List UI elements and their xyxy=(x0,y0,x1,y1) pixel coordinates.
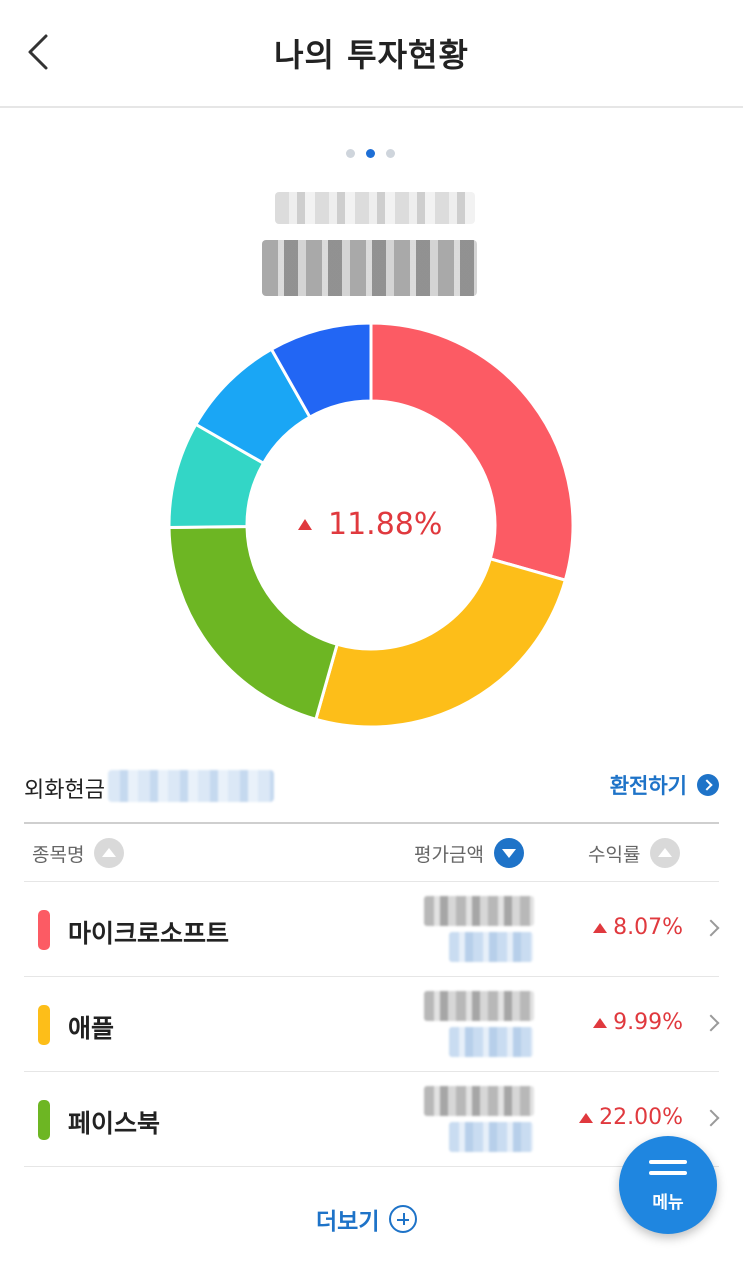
return-rate: 22.00% xyxy=(579,1105,683,1130)
masked-amount xyxy=(409,987,537,1062)
stock-name: 마이크로소프트 xyxy=(68,919,230,948)
column-name-label: 종목명 xyxy=(32,843,85,866)
rate-value: 9.99% xyxy=(613,1010,683,1035)
color-swatch xyxy=(38,910,50,950)
plus-circle-icon xyxy=(389,1205,418,1233)
column-name[interactable]: 종목명 xyxy=(32,838,125,868)
masked-amount xyxy=(409,1082,537,1157)
up-triangle-icon xyxy=(579,1112,594,1123)
holdings-table: 종목명 평가금액 수익률 마이크로소프트 8.07% 애플 9.99% 페이스북… xyxy=(24,822,720,1167)
up-triangle-icon xyxy=(593,922,608,933)
up-triangle-icon xyxy=(593,1017,608,1028)
color-swatch xyxy=(38,1005,50,1045)
app-header: 나의 투자현황 xyxy=(0,0,743,108)
stock-name: 애플 xyxy=(68,1014,115,1043)
chevron-right-icon xyxy=(702,1109,720,1127)
menu-fab-button[interactable]: 메뉴 xyxy=(619,1136,717,1234)
foreign-cash-row: 외화현금 환전하기 xyxy=(24,768,719,808)
page-title: 나의 투자현황 xyxy=(274,36,469,74)
menu-icon xyxy=(649,1160,687,1182)
sort-up-icon[interactable] xyxy=(94,838,125,868)
menu-label: 메뉴 xyxy=(652,1193,684,1213)
column-value[interactable]: 평가금액 xyxy=(414,838,524,868)
table-row[interactable]: 페이스북 22.00% xyxy=(24,1072,720,1167)
table-header: 종목명 평가금액 수익률 xyxy=(24,822,719,882)
page-dot[interactable] xyxy=(386,149,395,158)
cash-label: 외화현금 xyxy=(24,778,105,803)
total-return-rate: 11.88% xyxy=(298,507,442,542)
return-rate: 9.99% xyxy=(593,1010,683,1035)
page-indicator[interactable] xyxy=(346,149,395,158)
masked-amount xyxy=(409,892,537,967)
stock-name: 페이스북 xyxy=(68,1109,161,1138)
page-dot[interactable] xyxy=(346,149,355,158)
rate-value: 22.00% xyxy=(599,1105,683,1130)
sort-up-icon[interactable] xyxy=(650,838,681,868)
donut-slice-2 xyxy=(167,525,340,722)
more-button[interactable]: 더보기 xyxy=(316,1202,418,1236)
table-row[interactable]: 애플 9.99% xyxy=(24,977,720,1072)
rate-value: 8.07% xyxy=(613,915,683,940)
sort-down-icon[interactable] xyxy=(493,838,524,868)
up-triangle-icon xyxy=(298,519,312,530)
column-rate[interactable]: 수익률 xyxy=(588,838,681,868)
chevron-right-icon xyxy=(702,919,720,937)
masked-total-label xyxy=(275,192,475,224)
column-rate-label: 수익률 xyxy=(588,843,641,866)
chevron-right-circle-icon xyxy=(697,774,719,796)
masked-total-amount xyxy=(262,240,477,296)
column-value-label: 평가금액 xyxy=(414,843,484,866)
exchange-button[interactable]: 환전하기 xyxy=(610,770,719,800)
page-dot-active[interactable] xyxy=(366,149,375,158)
more-label: 더보기 xyxy=(316,1209,380,1235)
table-row[interactable]: 마이크로소프트 8.07% xyxy=(24,882,720,977)
exchange-label: 환전하기 xyxy=(609,774,687,798)
donut-slice-1 xyxy=(314,556,568,729)
return-rate: 8.07% xyxy=(593,915,683,940)
color-swatch xyxy=(38,1100,50,1140)
chevron-right-icon xyxy=(702,1014,720,1032)
return-rate-value: 11.88% xyxy=(328,507,443,542)
masked-cash-amount xyxy=(108,770,274,802)
